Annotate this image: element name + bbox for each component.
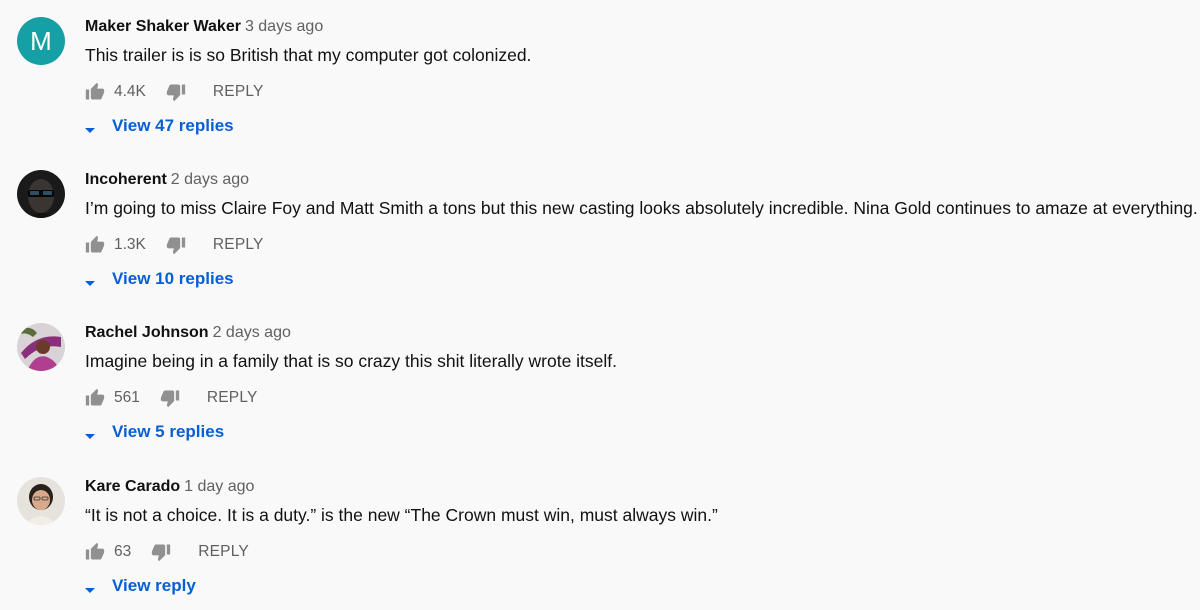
comment-timestamp[interactable]: 1 day ago [184,478,254,495]
comment-header: Maker Shaker Waker 3 days ago [85,17,323,37]
caret-down-icon [83,427,97,439]
comment-thread: Incoherent 2 days ago I’m going to miss C… [0,153,1200,303]
view-replies-button[interactable]: View 10 replies [83,267,234,291]
comment-header: Rachel Johnson 2 days ago [85,323,291,343]
like-count: 1.3K [114,236,146,253]
like-count: 561 [114,389,140,406]
thumbs-up-icon[interactable] [85,235,105,255]
comment-thread: Rachel Johnson 2 days ago Imagine being i… [0,306,1200,456]
thumbs-down-icon[interactable] [160,388,180,408]
view-replies-label: View 10 replies [112,269,234,288]
author-name[interactable]: Rachel Johnson [85,324,209,341]
author-name[interactable]: Kare Carado [85,478,180,495]
reply-button[interactable]: REPLY [213,83,264,101]
thumbs-down-icon[interactable] [166,82,186,102]
comment-timestamp[interactable]: 2 days ago [171,171,249,188]
comment-text: “It is not a choice. It is a duty.” is t… [85,505,718,525]
comment-thread: Kare Carado 1 day ago “It is not a choice… [0,460,1200,610]
reply-button[interactable]: REPLY [198,543,249,561]
like-count: 63 [114,543,132,560]
author-name[interactable]: Maker Shaker Waker [85,18,241,35]
like-count: 4.4K [114,83,146,100]
comment-actions: 1.3K REPLY [85,233,264,257]
caret-down-icon [83,121,97,133]
comment-actions: 4.4K REPLY [85,80,264,104]
caret-down-icon [83,274,97,286]
comment-timestamp[interactable]: 2 days ago [213,324,291,341]
thumbs-down-icon[interactable] [166,235,186,255]
comment-actions: 63 REPLY [85,540,249,564]
thumbs-up-icon[interactable] [85,388,105,408]
comment-header: Kare Carado 1 day ago [85,477,254,497]
comment-text: I’m going to miss Claire Foy and Matt Sm… [85,198,1198,218]
comment-thread: M Maker Shaker Waker 3 days ago This trai… [0,0,1200,150]
view-replies-label: View 47 replies [112,116,234,135]
view-replies-label: View 5 replies [112,422,225,441]
view-replies-button[interactable]: View 47 replies [83,114,234,138]
thumbs-up-icon[interactable] [85,542,105,562]
view-replies-label: View reply [112,576,196,595]
reply-button[interactable]: REPLY [213,236,264,254]
comment-text: This trailer is is so British that my co… [85,45,532,65]
reply-button[interactable]: REPLY [207,389,258,407]
avatar[interactable] [17,477,65,525]
avatar[interactable]: M [17,17,65,65]
comment-text: Imagine being in a family that is so cra… [85,351,618,371]
avatar[interactable] [17,170,65,218]
author-name[interactable]: Incoherent [85,171,167,188]
comment-timestamp[interactable]: 3 days ago [245,18,323,35]
comment-actions: 561 REPLY [85,386,258,410]
view-replies-button[interactable]: View reply [83,574,196,598]
comment-header: Incoherent 2 days ago [85,170,249,190]
avatar[interactable] [17,323,65,371]
thumbs-down-icon[interactable] [151,542,171,562]
view-replies-button[interactable]: View 5 replies [83,420,224,444]
caret-down-icon [83,581,97,593]
thumbs-up-icon[interactable] [85,82,105,102]
